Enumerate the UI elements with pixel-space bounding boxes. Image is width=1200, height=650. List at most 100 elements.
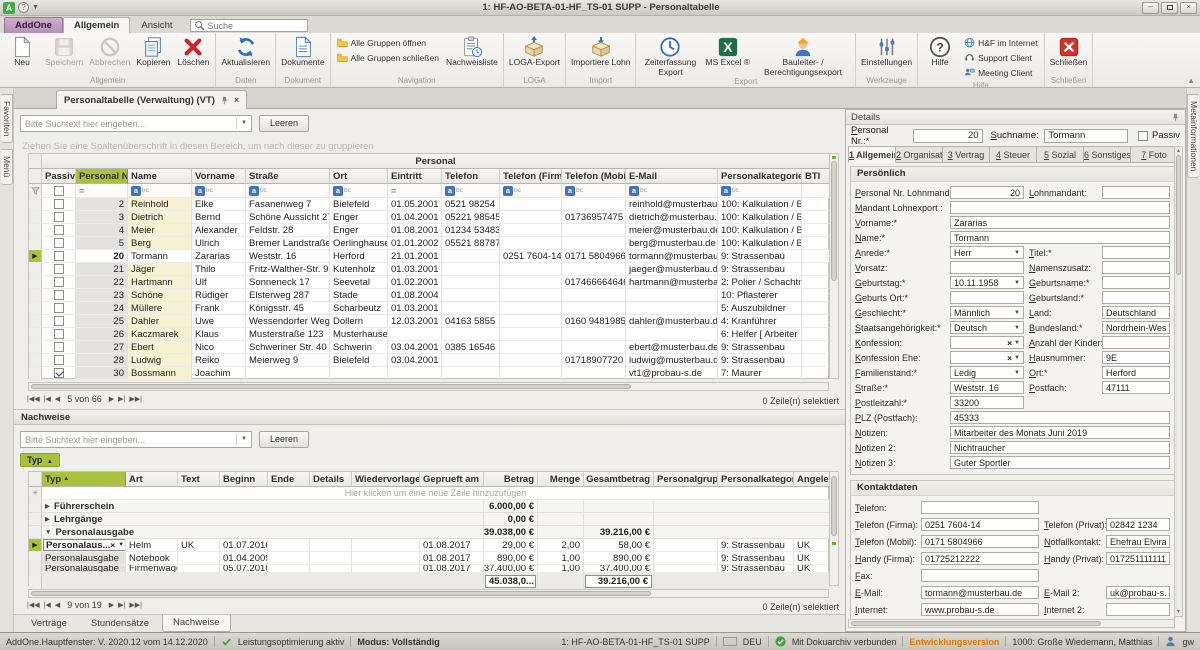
- column-header[interactable]: Straße: [246, 169, 330, 184]
- table-row[interactable]: 30BossmannJoachimvt1@probau-s.de7: Maure…: [29, 367, 828, 380]
- hf-im-internet-button[interactable]: H&F im Internet: [962, 36, 1040, 49]
- next-page-icon[interactable]: ▶|: [117, 601, 126, 609]
- field-input[interactable]: [950, 201, 1170, 214]
- nachweise-grid-hscrollbar[interactable]: [28, 589, 829, 598]
- nachweise-grid-vscrollbar[interactable]: [829, 471, 839, 586]
- details-tab[interactable]: 1 Allgemein: [848, 146, 896, 163]
- add-new-row[interactable]: ✳Hier klicken um eine neue Zeile hinzuzu…: [29, 487, 828, 500]
- passiv-checkbox[interactable]: [54, 303, 64, 313]
- minimize-button[interactable]: ─: [1142, 2, 1159, 14]
- alle-gruppen-schliessen-button[interactable]: Alle Gruppen schließen: [335, 51, 441, 64]
- nachweise-search-input[interactable]: Bitte Suchtext hier eingeben... ▼: [20, 431, 252, 448]
- prev-row-icon[interactable]: ◀: [54, 601, 61, 609]
- ribbon-search-input[interactable]: Suche: [190, 19, 308, 32]
- table-row[interactable]: 25DahlerUweWessendorfer Weg 12Dollern12.…: [29, 315, 828, 328]
- table-row[interactable]: ▶Personalaus...×▼HelmUK01.07.201601.08.2…: [29, 539, 828, 552]
- suchname-field[interactable]: Tormann: [1044, 129, 1128, 143]
- field-input[interactable]: Nordrhein-Westf: [1102, 321, 1170, 334]
- field-input[interactable]: [1102, 261, 1170, 274]
- column-header[interactable]: Passiv: [42, 169, 76, 184]
- dropdown-arrow-icon[interactable]: ▼: [118, 542, 124, 548]
- passiv-checkbox[interactable]: [54, 212, 64, 222]
- first-page-icon[interactable]: |◀◀: [26, 395, 41, 403]
- table-row[interactable]: 23SchöneRüdigerElsterweg 287Stade01.08.2…: [29, 289, 828, 302]
- user-icon[interactable]: [1165, 636, 1176, 647]
- ribbon-collapse-icon[interactable]: ▲: [1187, 76, 1195, 85]
- field-input[interactable]: ×▼: [950, 336, 1024, 349]
- field-input[interactable]: Männlich▼: [950, 306, 1024, 319]
- field-input[interactable]: 33200: [950, 396, 1024, 409]
- favoriten-tab[interactable]: Favoriten: [1, 94, 13, 143]
- passiv-checkbox[interactable]: [54, 368, 64, 378]
- next-page-icon[interactable]: ▶|: [117, 395, 126, 403]
- dropdown-arrow-icon[interactable]: ▼: [1014, 355, 1020, 361]
- table-row[interactable]: 27EbertNicoSchweriner Str. 40Schwerin03.…: [29, 341, 828, 354]
- field-input[interactable]: 20: [950, 186, 1024, 199]
- personal-search-input[interactable]: Bitte Suchtext hier eingeben... ▼: [20, 115, 252, 132]
- passiv-checkbox[interactable]: [54, 290, 64, 300]
- kopieren-button[interactable]: Kopieren: [133, 34, 173, 76]
- dropdown-arrow-icon[interactable]: ▼: [1014, 280, 1020, 286]
- field-input[interactable]: 02842 1234: [1106, 518, 1170, 531]
- column-header[interactable]: Ende: [268, 472, 310, 487]
- filter-cell[interactable]: abc: [442, 184, 500, 198]
- pin-icon[interactable]: [1171, 113, 1180, 122]
- field-input[interactable]: 45333: [950, 411, 1170, 424]
- nachweise-section-header[interactable]: Nachweise: [14, 409, 845, 425]
- details-tab[interactable]: 4 Steuer: [990, 146, 1037, 163]
- field-input[interactable]: Guter Sportler: [950, 456, 1170, 469]
- column-header[interactable]: Eintritt: [388, 169, 442, 184]
- nachweisliste-button[interactable]: Nachweisliste: [443, 34, 501, 76]
- table-row[interactable]: 24MüllereFrankKönigsstr. 45Scharbeutz01.…: [29, 302, 828, 315]
- passiv-checkbox[interactable]: [54, 277, 64, 287]
- next-row-icon[interactable]: ▶: [108, 601, 115, 609]
- field-input[interactable]: 017251111111: [1106, 552, 1170, 565]
- field-input[interactable]: ×▼: [950, 351, 1024, 364]
- passiv-checkbox[interactable]: [54, 199, 64, 209]
- field-input[interactable]: Deutsch▼: [950, 321, 1024, 334]
- details-tab[interactable]: 2 Organisation: [896, 146, 943, 163]
- loeschen-button[interactable]: Löschen: [173, 34, 213, 76]
- clear-value-icon[interactable]: ×: [110, 541, 115, 550]
- passiv-checkbox[interactable]: [54, 264, 64, 274]
- personal-leeren-button[interactable]: Leeren: [259, 115, 309, 132]
- field-input[interactable]: Tormann: [950, 231, 1170, 244]
- field-input[interactable]: [1102, 246, 1170, 259]
- loga-export-button[interactable]: LOGA-Export: [506, 34, 563, 76]
- next-row-icon[interactable]: ▶: [108, 395, 115, 403]
- passiv-checkbox[interactable]: [54, 342, 64, 352]
- table-row[interactable]: 21JägerThiloFritz-Walther-Str. 9Kutenhol…: [29, 263, 828, 276]
- passiv-checkbox[interactable]: [1138, 131, 1148, 141]
- dokumente-button[interactable]: Dokumente: [278, 34, 327, 76]
- filter-cell[interactable]: abc: [128, 184, 192, 198]
- details-tab[interactable]: 3 Vertrag: [943, 146, 990, 163]
- field-input[interactable]: [921, 569, 1039, 582]
- search-dropdown-icon[interactable]: ▼: [236, 118, 247, 129]
- passiv-checkbox[interactable]: [54, 238, 64, 248]
- meeting-client-button[interactable]: Meeting Client: [962, 66, 1040, 79]
- last-page-icon[interactable]: ▶▶|: [128, 601, 143, 609]
- field-input[interactable]: Zararias: [950, 216, 1170, 229]
- details-vscrollbar[interactable]: ▲ ▼: [1174, 146, 1183, 617]
- personal-grid-hscrollbar[interactable]: [28, 382, 829, 391]
- filter-checkbox[interactable]: [54, 186, 64, 196]
- scroll-up-icon[interactable]: ▲: [1175, 148, 1182, 154]
- field-input[interactable]: [950, 291, 1024, 304]
- support-client-button[interactable]: Support Client: [962, 51, 1040, 64]
- field-input[interactable]: Deutschland: [1102, 306, 1170, 319]
- abbrechen-button[interactable]: Abbrechen: [86, 34, 133, 76]
- clear-value-icon[interactable]: ×: [1007, 353, 1012, 363]
- field-input[interactable]: [1102, 186, 1170, 199]
- column-header[interactable]: Gesamtbetrag: [584, 472, 654, 487]
- filter-cell[interactable]: abc: [330, 184, 388, 198]
- prev-row-icon[interactable]: ◀: [54, 395, 61, 403]
- close-button[interactable]: ×: [1180, 2, 1197, 14]
- field-input[interactable]: Mitarbeiter des Monats Juni 2019: [950, 426, 1170, 439]
- details-hscrollbar[interactable]: [848, 619, 1175, 628]
- expand-group-icon[interactable]: ▶: [45, 515, 50, 523]
- quick-access-dropdown-icon[interactable]: ▼: [32, 4, 39, 11]
- filter-cell[interactable]: [42, 184, 76, 198]
- passiv-checkbox[interactable]: [54, 355, 64, 365]
- field-input[interactable]: Nichtraucher: [950, 441, 1170, 454]
- field-input[interactable]: www.probau-s.de: [921, 603, 1039, 616]
